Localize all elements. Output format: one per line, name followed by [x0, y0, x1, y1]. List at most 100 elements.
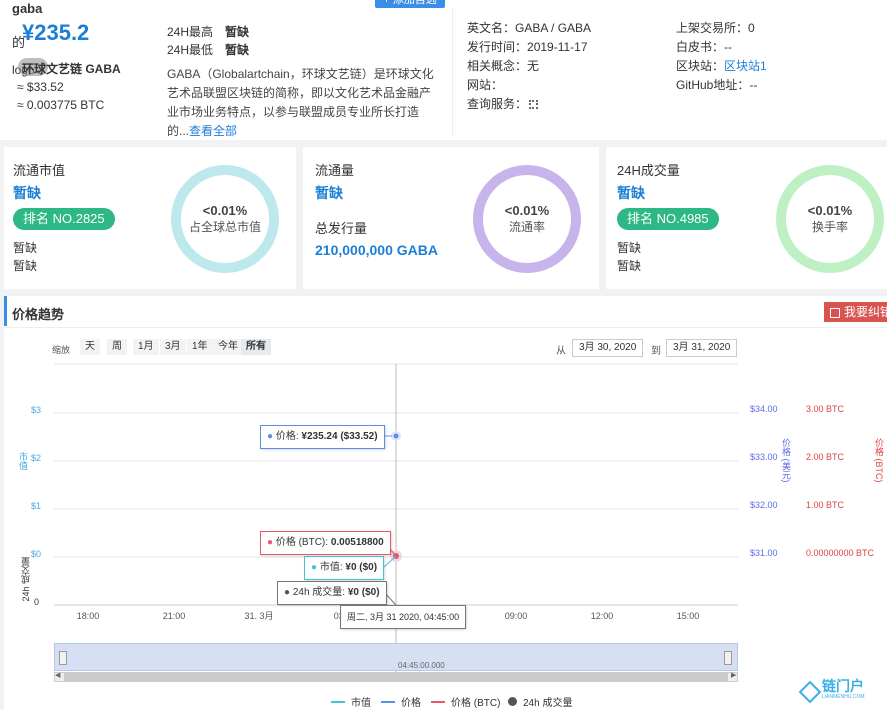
legend-item-1[interactable]: 价格: [381, 694, 421, 709]
stat-title: 流通量: [315, 163, 355, 178]
ring-percent: <0.01%: [504, 203, 550, 218]
header-divider: [452, 8, 453, 136]
stat-title: 流通市值: [13, 163, 66, 178]
exchange-value: 0: [748, 21, 755, 35]
report-error-button[interactable]: 我要纠错: [824, 302, 887, 322]
legend-item-3[interactable]: 24h 成交量: [508, 694, 572, 709]
scroll-right-icon[interactable]: ▶: [731, 671, 736, 679]
to-date-input[interactable]: 3月 31, 2020: [666, 339, 738, 357]
stat-card-volume: 24H成交量 暂缺 排名 NO.4985 暂缺 暂缺 <0.01% 换手率: [606, 147, 887, 289]
from-date-input[interactable]: 3月 30, 2020: [572, 339, 644, 357]
mcap-tip-label: 市值:: [319, 562, 346, 573]
ring-percent: <0.01%: [807, 203, 853, 218]
concept-value: 无: [527, 59, 540, 73]
coin-header-panel: gaba 的 ¥235.2 logo 环球文艺链 GABA ≈ $33.52 ≈…: [0, 0, 887, 140]
rank-badge: 排名 NO.2825: [13, 208, 115, 230]
range-button-6[interactable]: 所有: [241, 339, 271, 355]
issue-value: 2019-11-17: [527, 40, 588, 54]
ring-label: 占全球总市值: [188, 220, 261, 234]
price-tooltip: ● 价格: ¥235.24 ($33.52): [260, 425, 385, 449]
desc-more-link[interactable]: 查看全部: [189, 124, 237, 138]
concept-row: 相关概念：无: [467, 57, 591, 76]
stat-ring: <0.01% 占全球总市值: [171, 165, 279, 273]
legend-label: 价格: [401, 698, 421, 709]
rank-badge: 排名 NO.4985: [617, 208, 719, 230]
scroll-left-icon[interactable]: ◀: [55, 671, 60, 679]
stat-card-market-cap: 流通市值 暂缺 排名 NO.2825 暂缺 暂缺 <0.01% 占全球总市值: [4, 147, 296, 289]
legend-label: 价格 (BTC): [451, 698, 501, 709]
legend-item-2[interactable]: 价格 (BTC): [431, 694, 500, 709]
navigator-handle-right[interactable]: [724, 651, 732, 665]
legend-dot-icon: [508, 697, 517, 706]
stat-line-1: 暂缺: [13, 241, 38, 255]
to-label: 到: [651, 346, 661, 357]
volume-dot-icon: ●: [284, 587, 291, 598]
zoom-label: 缩放: [52, 345, 71, 355]
query-row: 查询服务：: [467, 95, 591, 114]
watermark-logo-icon: [798, 680, 822, 704]
exchange-row: 上架交易所：0: [676, 19, 767, 38]
watermark-name: 链门户: [822, 678, 864, 694]
btc-dot-icon: ●: [267, 537, 274, 548]
time-tooltip: 周二, 3月 31 2020, 04:45:00: [340, 605, 467, 629]
block-link[interactable]: 区块站1: [724, 59, 767, 73]
range-button-5[interactable]: 今年: [213, 339, 243, 355]
mcap-tooltip: ● 市值: ¥0 ($0): [304, 556, 385, 580]
coin-description: GABA（Globalartchain，环球文艺链）是环球文化艺术品联盟区块链的…: [167, 65, 435, 141]
btc-tooltip: ● 价格 (BTC): 0.00518800: [260, 531, 391, 555]
ring-label: 换手率: [811, 220, 848, 234]
stat-line-2: 暂缺: [13, 259, 38, 273]
github-label: GitHub地址：: [676, 78, 750, 92]
info-col-1: 英文名：GABA / GABA 发行时间：2019-11-17 相关概念：无 网…: [467, 19, 591, 114]
stat-value: 暂缺: [13, 185, 41, 201]
stat-ring: <0.01% 换手率: [776, 165, 884, 273]
whitepaper-label: 白皮书：: [676, 40, 725, 54]
range-button-0[interactable]: 天: [80, 339, 100, 355]
whitepaper-value: --: [724, 40, 733, 54]
stat-card-supply: 流通量 暂缺 总发行量 210,000,000 GABA <0.01% 流通率: [303, 147, 599, 289]
coin-price-cny: ¥235.2: [22, 20, 90, 45]
coin-price-btc: ≈ 0.003775 BTC: [17, 98, 105, 112]
query-label: 查询服务：: [467, 97, 528, 111]
high-value: 暂缺: [225, 25, 250, 39]
range-button-1[interactable]: 周: [107, 339, 127, 355]
range-button-4[interactable]: 1年: [187, 339, 213, 355]
scrollbar-thumb[interactable]: [64, 673, 728, 681]
navigator-handle-left[interactable]: [59, 651, 67, 665]
range-button-3[interactable]: 3月: [160, 339, 186, 355]
trend-title-bar: [4, 296, 7, 326]
github-value: --: [749, 78, 758, 92]
stat-value: 暂缺: [617, 185, 645, 201]
en-name-label: 英文名：: [467, 21, 516, 35]
stat-line-2: 暂缺: [617, 259, 642, 273]
add-favorite-button[interactable]: + 添加自选: [375, 0, 445, 8]
coin-full-name: 环球文艺链 GABA: [22, 62, 121, 76]
price-dot-icon: ●: [267, 431, 274, 442]
en-name-row: 英文名：GABA / GABA: [467, 19, 591, 38]
volume-tooltip: ● 24h 成交量: ¥0 ($0): [277, 581, 387, 605]
info-col-2: 上架交易所：0 白皮书：-- 区块站：区块站1 GitHub地址：--: [676, 19, 767, 95]
issue-label: 发行时间：: [467, 40, 528, 54]
volume-tip-value: ¥0 ($0): [347, 587, 380, 598]
website-label: 网站：: [467, 78, 504, 92]
legend-label: 市值: [351, 698, 371, 709]
issue-row: 发行时间：2019-11-17: [467, 38, 591, 57]
grid-icon[interactable]: [529, 100, 539, 110]
report-error-label: 我要纠错: [844, 305, 887, 319]
whitepaper-row: 白皮书：--: [676, 38, 767, 57]
ring-label: 流通率: [508, 220, 545, 234]
range-button-2[interactable]: 1月: [133, 339, 159, 355]
total-supply-value: 210,000,000 GABA: [315, 242, 438, 258]
legend-item-0[interactable]: 市值: [331, 694, 371, 709]
website-row: 网站：: [467, 76, 591, 95]
watermark-text: 链门户 LIANMENHU.COM: [822, 678, 865, 703]
left-axis-title: 市值: [18, 452, 28, 470]
navigator[interactable]: [54, 643, 738, 671]
navigator-label: 04:45:00.000: [398, 661, 445, 670]
watermark: 链门户 LIANMENHU.COM: [798, 678, 865, 704]
legend-line-icon: [381, 700, 395, 703]
mcap-dot-icon: ●: [311, 562, 318, 573]
block-label: 区块站：: [676, 59, 725, 73]
edit-icon: [830, 307, 840, 318]
legend-label: 24h 成交量: [523, 698, 573, 709]
